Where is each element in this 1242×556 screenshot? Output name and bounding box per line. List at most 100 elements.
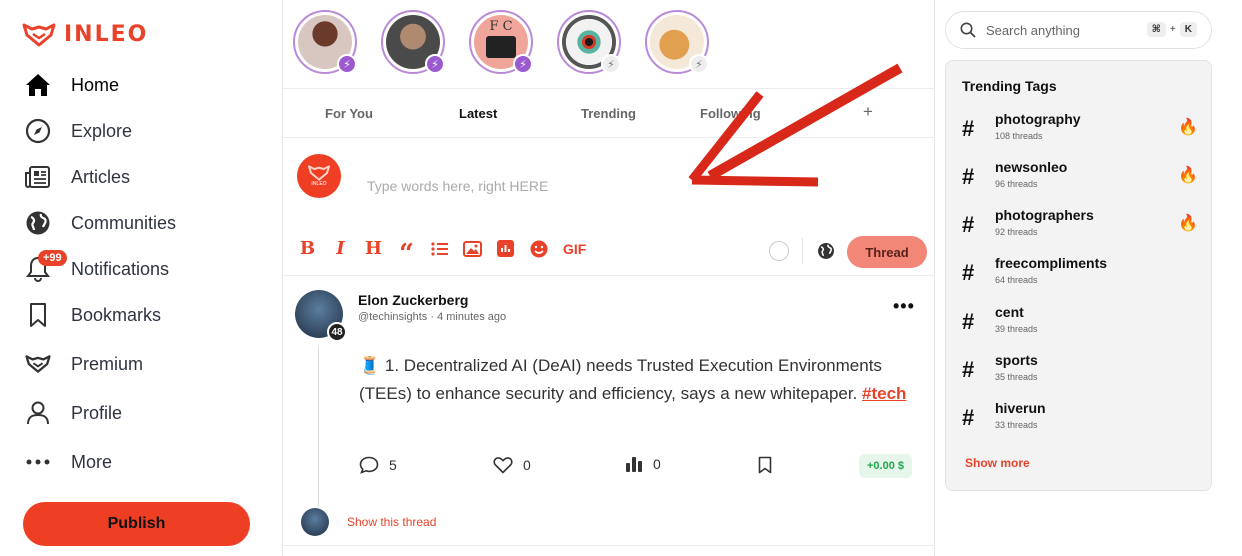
- poll-icon[interactable]: [495, 238, 516, 259]
- like-button[interactable]: 0: [493, 456, 531, 474]
- nav-item-premium[interactable]: Premium: [24, 341, 264, 387]
- nav-item-articles[interactable]: Articles: [24, 154, 264, 200]
- keyboard-shortcut: ⌘ + K: [1146, 22, 1197, 37]
- trending-tag-item[interactable]: # newsonleo 96 threads 🔥: [962, 159, 1202, 199]
- main-nav: Home Explore Articles Communities +99 No…: [24, 62, 264, 485]
- gif-button[interactable]: GIF: [563, 241, 586, 257]
- left-sidebar: INLEO Home Explore Articles Communities: [0, 0, 283, 556]
- bookmark-icon: [24, 301, 52, 329]
- trending-tag-item[interactable]: # cent 39 threads: [962, 304, 1202, 344]
- leo-icon: [24, 350, 52, 378]
- fire-icon: 🔥: [1178, 215, 1198, 232]
- tab-for-you[interactable]: For You: [325, 106, 373, 121]
- nav-item-bookmarks[interactable]: Bookmarks: [24, 292, 264, 338]
- hash-icon: #: [962, 164, 975, 189]
- nav-item-more[interactable]: More: [24, 439, 264, 485]
- author-handle[interactable]: @techinsights: [358, 311, 427, 323]
- tag-name: cent: [995, 304, 1024, 320]
- views-count: 0: [653, 456, 661, 472]
- emoji-icon[interactable]: [528, 238, 549, 259]
- bookmark-icon: [758, 456, 772, 474]
- bold-icon[interactable]: B: [297, 238, 318, 259]
- tab-following[interactable]: Following: [700, 106, 761, 121]
- nav-label: Premium: [71, 353, 144, 374]
- more-options-icon[interactable]: •••: [893, 296, 915, 317]
- feed-tabs: For You Latest Trending Following +: [283, 88, 935, 138]
- shortcut-mod: ⌘: [1146, 22, 1166, 37]
- tag-count: 108 threads: [995, 131, 1043, 141]
- heading-icon[interactable]: H: [363, 238, 384, 259]
- tag-name: newsonleo: [995, 159, 1068, 175]
- inleo-logo[interactable]: INLEO: [22, 22, 148, 47]
- nav-label: Home: [71, 74, 120, 95]
- tab-latest[interactable]: Latest: [459, 106, 497, 121]
- trending-tag-item[interactable]: # photographers 92 threads 🔥: [962, 207, 1202, 247]
- show-thread-row: Show this thread: [301, 508, 436, 536]
- nav-label: Profile: [71, 402, 123, 423]
- trending-tag-item[interactable]: # hiverun 33 threads: [962, 400, 1202, 440]
- italic-icon[interactable]: I: [330, 238, 351, 259]
- thread-line: [318, 346, 319, 506]
- nav-label: Communities: [71, 212, 177, 233]
- composer-toolbar: B I H “ GIF: [297, 238, 586, 269]
- nav-item-profile[interactable]: Profile: [24, 390, 264, 436]
- trending-title: Trending Tags: [962, 78, 1057, 94]
- globe-icon[interactable]: [817, 242, 835, 260]
- search-input[interactable]: [986, 22, 1136, 38]
- home-icon: [24, 71, 52, 99]
- post-text: 🧵 1. Decentralized AI (DeAI) needs Trust…: [359, 352, 924, 408]
- image-icon[interactable]: [462, 238, 483, 259]
- show-thread-link[interactable]: Show this thread: [347, 515, 436, 529]
- list-icon[interactable]: [429, 238, 450, 259]
- hash-icon: #: [962, 357, 975, 382]
- post-meta: @techinsights · 4 minutes ago: [358, 311, 506, 323]
- nav-item-explore[interactable]: Explore: [24, 108, 264, 154]
- nav-item-notifications[interactable]: +99 Notifications: [24, 246, 264, 292]
- story-avatar[interactable]: F C ⚡: [469, 10, 533, 74]
- stories-bar: ⚡ ⚡ F C ⚡ ⚡ ⚡: [293, 10, 709, 74]
- comment-count: 5: [389, 457, 397, 473]
- story-avatar[interactable]: ⚡: [293, 10, 357, 74]
- nav-label: More: [71, 451, 113, 472]
- dots-icon: [24, 448, 52, 476]
- composer-avatar: INLEO: [297, 154, 341, 198]
- publish-button[interactable]: Publish: [23, 502, 250, 546]
- story-avatar[interactable]: ⚡: [381, 10, 445, 74]
- story-avatar[interactable]: ⚡: [645, 10, 709, 74]
- tag-count: 35 threads: [995, 372, 1038, 382]
- add-tab-button[interactable]: +: [863, 102, 873, 122]
- tag-name: photography: [995, 111, 1081, 127]
- shortcut-plus: +: [1169, 24, 1176, 35]
- fire-icon: 🔥: [1178, 119, 1198, 136]
- trending-tag-item[interactable]: # photography 108 threads 🔥: [962, 111, 1202, 151]
- reward-badge[interactable]: +0.00 $: [859, 454, 913, 478]
- post-time: 4 minutes ago: [437, 311, 507, 323]
- nav-item-home[interactable]: Home: [24, 62, 264, 108]
- char-count-ring: [769, 241, 789, 261]
- story-text: F C: [489, 19, 513, 34]
- views-button[interactable]: 0: [625, 456, 661, 472]
- thread-input[interactable]: [367, 178, 697, 194]
- hashtag-link[interactable]: #tech: [862, 384, 906, 403]
- hash-icon: #: [962, 116, 975, 141]
- tab-trending[interactable]: Trending: [581, 106, 636, 121]
- show-more-link[interactable]: Show more: [965, 456, 1030, 470]
- nav-item-communities[interactable]: Communities: [24, 200, 264, 246]
- search-box[interactable]: ⌘ + K: [945, 11, 1212, 49]
- search-icon: [960, 22, 976, 38]
- comment-button[interactable]: 5: [359, 456, 397, 474]
- nav-label: Bookmarks: [71, 304, 162, 325]
- leo-logo-icon: [308, 165, 330, 181]
- author-name[interactable]: Elon Zuckerberg: [358, 292, 468, 308]
- bookmark-button[interactable]: [757, 456, 773, 474]
- trending-tag-item[interactable]: # sports 35 threads: [962, 352, 1202, 392]
- quote-icon[interactable]: “: [396, 238, 417, 269]
- nav-label: Notifications: [71, 258, 170, 279]
- bolt-icon: ⚡: [601, 54, 621, 74]
- thread-emoji: 🧵: [359, 356, 381, 375]
- story-avatar[interactable]: ⚡: [557, 10, 621, 74]
- thread-post: 48 Elon Zuckerberg @techinsights · 4 min…: [283, 276, 935, 546]
- tag-name: sports: [995, 352, 1038, 368]
- trending-tag-item[interactable]: # freecompliments 64 threads: [962, 255, 1202, 295]
- thread-button[interactable]: Thread: [847, 236, 927, 268]
